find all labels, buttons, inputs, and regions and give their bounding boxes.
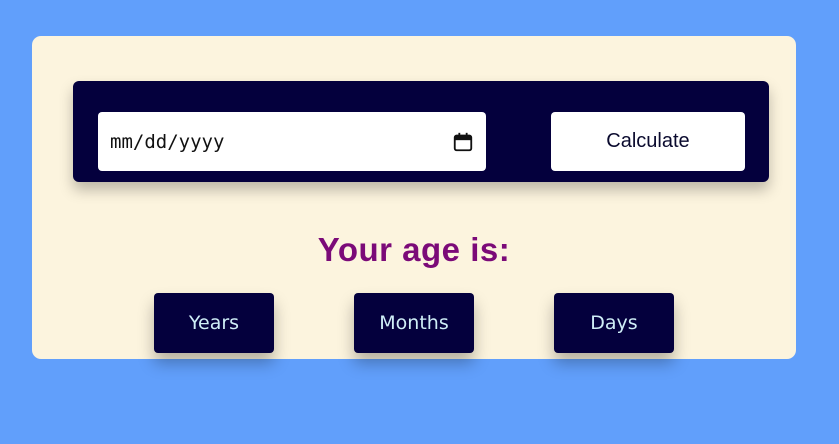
- months-result-box: Months: [354, 293, 474, 353]
- date-input-panel: mm/dd/yyyy Calculate: [73, 81, 769, 182]
- age-result-title: Your age is:: [317, 231, 511, 268]
- age-calculator-card: mm/dd/yyyy Calculate Your age is: Years …: [32, 36, 796, 359]
- years-result-box: Years: [154, 293, 274, 353]
- calculate-button[interactable]: Calculate: [551, 112, 745, 171]
- date-input[interactable]: mm/dd/yyyy: [98, 112, 486, 171]
- calendar-icon[interactable]: [452, 131, 474, 153]
- date-placeholder: mm/dd/yyyy: [110, 130, 225, 153]
- days-result-box: Days: [554, 293, 674, 353]
